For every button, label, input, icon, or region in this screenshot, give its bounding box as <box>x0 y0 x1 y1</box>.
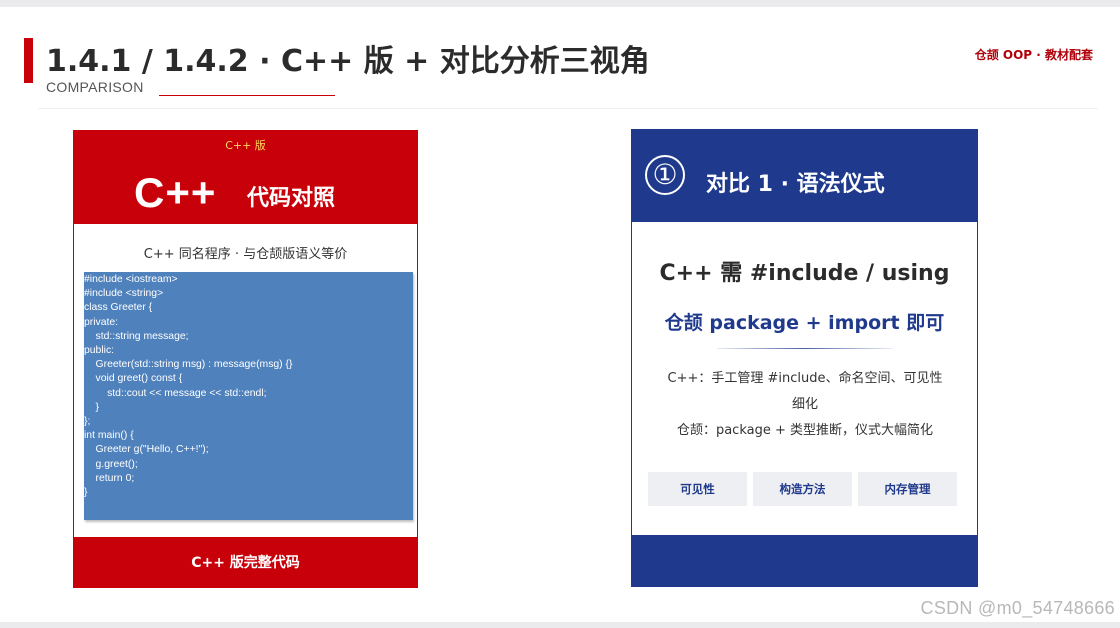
comparison-card-footer <box>632 535 977 586</box>
cpp-card-footer-label: C++ 版完整代码 <box>191 555 300 571</box>
comparison-body-line: C++：手工管理 #include、命名空间、可见性 <box>667 371 943 386</box>
code-line: } <box>84 401 100 413</box>
page-title: 1.4.1 / 1.4.2 · C++ 版 + 对比分析三视角 <box>46 44 650 79</box>
comparison-body: C++：手工管理 #include、命名空间、可见性 细化 仓颉：package… <box>650 366 960 444</box>
code-line: std::cout << message << std::endl; <box>84 387 267 399</box>
code-line: Greeter(std::string msg) : message(msg) … <box>84 359 293 371</box>
comparison-body-line: 细化 <box>791 397 818 412</box>
code-line: void greet() const { <box>84 373 183 385</box>
cpp-card-header: C++ 版 C++ 代码对照 <box>74 131 417 224</box>
tag-memory-management[interactable]: 内存管理 <box>858 472 957 506</box>
comparison-divider <box>717 348 892 349</box>
watermark: CSDN @m0_54748666 <box>920 598 1115 618</box>
code-line: std::string message; <box>84 330 189 342</box>
comparison-body-line: 仓颉：package + 类型推断，仪式大幅简化 <box>676 423 934 438</box>
code-block: #include <iostream> #include <string> cl… <box>84 272 413 520</box>
code-line: class Greeter { <box>84 302 153 314</box>
cpp-card-big-title: C++ <box>134 169 217 216</box>
circled-number-icon: ① <box>645 155 685 195</box>
comparison-headline: C++ 需 #include / using <box>659 261 950 286</box>
code-line: private: <box>84 316 119 328</box>
code-line: public: <box>84 345 115 357</box>
code-line: #include <string> <box>84 288 164 300</box>
comparison-card: ① 对比 1 · 语法仪式 C++ 需 #include / using 仓颉 … <box>631 129 978 587</box>
cpp-card-big-subtitle: 代码对照 <box>247 186 336 211</box>
brand-tag: 仓颉 OOP · 教材配套 <box>974 48 1093 62</box>
comparison-subheadline: 仓颉 package + import 即可 <box>664 312 945 334</box>
code-line: int main() { <box>84 430 134 442</box>
cpp-card-footer: C++ 版完整代码 <box>74 537 417 587</box>
code-line: return 0; <box>84 472 135 484</box>
cpp-card-tag: C++ 版 <box>225 139 266 152</box>
top-strip <box>0 0 1120 7</box>
tag-constructor[interactable]: 构造方法 <box>753 472 852 506</box>
cpp-card-description: C++ 同名程序 · 与仓颉版语义等价 <box>143 247 348 262</box>
cpp-code-card: C++ 版 C++ 代码对照 C++ 同名程序 · 与仓颉版语义等价 #incl… <box>73 130 418 588</box>
comparison-card-header: ① 对比 1 · 语法仪式 <box>632 130 977 222</box>
title-accent-bar <box>24 38 33 83</box>
page-subtitle: COMPARISON <box>46 79 144 95</box>
code-line: }; <box>84 416 91 428</box>
tag-visibility[interactable]: 可见性 <box>648 472 747 506</box>
subtitle-underline <box>159 95 335 96</box>
code-line: } <box>84 487 88 499</box>
code-line: g.greet(); <box>84 458 138 470</box>
topic-tags: 可见性 构造方法 内存管理 <box>648 472 958 506</box>
code-line: Greeter g("Hello, C++!"); <box>84 444 209 456</box>
bottom-strip <box>0 622 1120 628</box>
header-divider <box>38 108 1098 109</box>
comparison-card-title: 对比 1 · 语法仪式 <box>706 172 885 197</box>
code-line: #include <iostream> <box>84 274 178 285</box>
